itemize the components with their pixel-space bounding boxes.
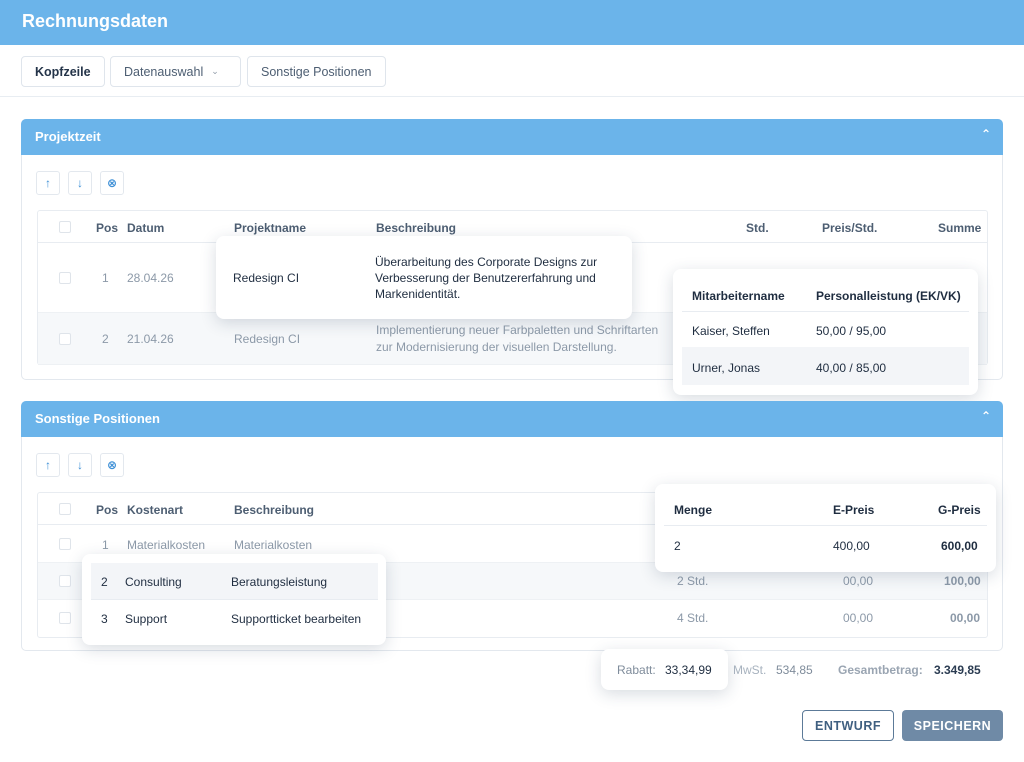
row-projektname: Redesign CI — [233, 271, 300, 285]
app-header: Rechnungsdaten — [0, 0, 1024, 45]
row-gpreis: 600,00 — [941, 539, 978, 553]
col-beschreibung: Beschreibung — [234, 503, 315, 517]
row-checkbox[interactable] — [59, 333, 71, 345]
row-pos: 1 — [102, 538, 109, 552]
divider — [664, 525, 987, 526]
row-checkbox[interactable] — [59, 612, 71, 624]
panel-sonstige-header[interactable]: Sonstige Positionen ⌃ — [21, 401, 1003, 437]
row-kostenart: Consulting — [125, 575, 182, 589]
close-circle-icon: ⊗ — [106, 176, 118, 190]
col-gpreis: G-Preis — [938, 503, 981, 517]
arrow-up-icon: ↑ — [45, 176, 51, 190]
col-kostenart: Kostenart — [127, 503, 184, 517]
mitarbeiter-popup: Mitarbeitername Personalleistung (EK/VK)… — [673, 269, 978, 395]
row-pos: 2 — [102, 332, 109, 346]
delete-button[interactable]: ⊗ — [100, 171, 124, 195]
panel-title: Sonstige Positionen — [35, 411, 160, 426]
row-epreis: 00,00 — [843, 611, 874, 625]
col-projektname: Projektname — [234, 221, 307, 235]
row-kostenart: Support — [125, 612, 168, 626]
row-checkbox[interactable] — [59, 272, 71, 284]
close-circle-icon: ⊗ — [106, 458, 118, 472]
gesamt-value: 3.349,85 — [934, 663, 981, 677]
panel-projektzeit-header[interactable]: Projektzeit ⌃ — [21, 119, 1003, 155]
tab-datenauswahl-label: Datenauswahl — [124, 64, 204, 79]
row-gpreis: 00,00 — [950, 611, 981, 625]
gesamt-label: Gesamtbetrag: — [838, 663, 923, 677]
row-beschreibung-line3: Markenidentität. — [375, 287, 461, 301]
col-epreis: E-Preis — [833, 503, 875, 517]
chevron-up-icon[interactable]: ⌃ — [981, 127, 991, 141]
speichern-button[interactable]: SPEICHERN — [902, 710, 1003, 741]
rabatt-value: 33,34,99 — [665, 663, 712, 677]
col-menge: Menge — [674, 503, 713, 517]
page-title: Rechnungsdaten — [22, 11, 169, 31]
divider — [682, 311, 969, 312]
move-down-button[interactable]: ↓ — [68, 453, 92, 477]
arrow-down-icon: ↓ — [77, 176, 83, 190]
rabatt-label: Rabatt: — [617, 663, 656, 677]
row-detail-popup: Redesign CI Überarbeitung des Corporate … — [216, 236, 632, 319]
col-std: Std. — [746, 221, 769, 235]
col-summe: Summe — [938, 221, 982, 235]
rows-detail-popup: 2 Consulting Beratungsleistung 3 Support… — [82, 554, 386, 645]
row-menge: 2 — [674, 539, 681, 553]
entwurf-button[interactable]: ENTWURF — [802, 710, 894, 741]
row-datum: 28.04.26 — [127, 271, 174, 285]
chevron-down-icon: ⌄ — [211, 66, 219, 76]
row-checkbox[interactable] — [59, 575, 71, 587]
tab-kopfzeile-label: Kopfzeile — [35, 64, 91, 79]
row-beschreibung-line1: Implementierung neuer Farbpaletten und S… — [376, 323, 659, 337]
move-up-button[interactable]: ↑ — [36, 453, 60, 477]
col-datum: Datum — [127, 221, 165, 235]
row-gpreis: 100,00 — [944, 574, 981, 588]
tab-datenauswahl[interactable]: Datenauswahl ⌄ — [110, 56, 241, 87]
row-menge: 2 Std. — [677, 574, 709, 588]
chevron-up-icon[interactable]: ⌃ — [981, 409, 991, 423]
row-beschreibung-line2: zur Modernisierung der visuellen Darstel… — [376, 340, 617, 354]
preis-popup: Menge E-Preis G-Preis 2 400,00 600,00 — [655, 484, 996, 572]
col-personalleistung: Personalleistung (EK/VK) — [816, 289, 961, 303]
col-beschreibung: Beschreibung — [376, 221, 457, 235]
row-pos: 2 — [101, 575, 108, 589]
row-epreis: 400,00 — [833, 539, 870, 553]
row-beschreibung: Supportticket bearbeiten — [231, 612, 362, 626]
col-mitarbeitername: Mitarbeitername — [692, 289, 785, 303]
mwst-value: 534,85 — [776, 663, 813, 677]
select-all-checkbox[interactable] — [59, 221, 71, 233]
move-down-button[interactable]: ↓ — [68, 171, 92, 195]
employee-name: Urner, Jonas — [692, 361, 761, 375]
mwst-label: MwSt. — [733, 663, 767, 677]
row-epreis: 00,00 — [843, 574, 874, 588]
employee-leistung: 50,00 / 95,00 — [816, 324, 887, 338]
tab-bar: Kopfzeile Datenauswahl ⌄ Sonstige Positio… — [0, 45, 1024, 97]
col-pos: Pos — [96, 221, 119, 235]
tab-sonstige-positionen[interactable]: Sonstige Positionen — [247, 56, 386, 87]
select-all-checkbox[interactable] — [59, 503, 71, 515]
row-pos: 3 — [101, 612, 108, 626]
row-projektname: Redesign CI — [234, 332, 301, 346]
row-beschreibung-line2: Verbesserung der Benutzererfahrung und — [375, 271, 596, 285]
row-beschreibung: Materialkosten — [234, 538, 313, 552]
tab-sonstige-label: Sonstige Positionen — [261, 64, 372, 79]
rabatt-popup: Rabatt: 33,34,99 — [601, 649, 728, 690]
arrow-up-icon: ↑ — [45, 458, 51, 472]
delete-button[interactable]: ⊗ — [100, 453, 124, 477]
col-pos: Pos — [96, 503, 119, 517]
employee-leistung: 40,00 / 85,00 — [816, 361, 887, 375]
row-datum: 21.04.26 — [127, 332, 174, 346]
arrow-down-icon: ↓ — [77, 458, 83, 472]
row-beschreibung-line1: Überarbeitung des Corporate Designs zur — [375, 255, 598, 269]
row-checkbox[interactable] — [59, 538, 71, 550]
row-beschreibung: Beratungsleistung — [231, 575, 328, 589]
row-pos: 1 — [102, 271, 109, 285]
employee-name: Kaiser, Steffen — [692, 324, 770, 338]
move-up-button[interactable]: ↑ — [36, 171, 60, 195]
panel-title: Projektzeit — [35, 129, 101, 144]
col-preis-std: Preis/Std. — [822, 221, 878, 235]
tab-kopfzeile[interactable]: Kopfzeile — [21, 56, 105, 87]
row-kostenart: Materialkosten — [127, 538, 206, 552]
row-menge: 4 Std. — [677, 611, 709, 625]
divider — [91, 599, 378, 600]
